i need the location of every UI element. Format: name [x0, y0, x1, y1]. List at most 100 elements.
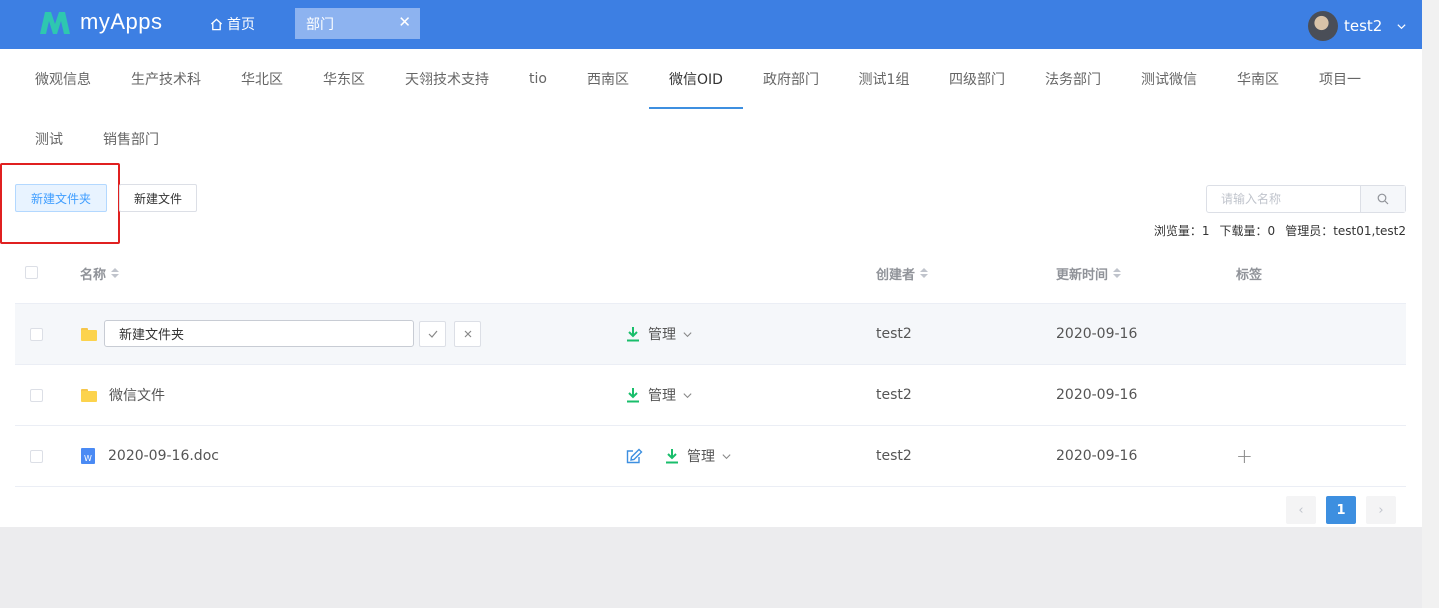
- tab-dept[interactable]: 微观信息: [24, 49, 102, 109]
- search-input[interactable]: [1207, 186, 1360, 212]
- updated-cell: 2020-09-16: [1056, 448, 1138, 464]
- row-checkbox[interactable]: [30, 328, 43, 341]
- tab-dept[interactable]: 华南区: [1226, 49, 1290, 109]
- manage-label: 管理: [687, 449, 715, 465]
- confirm-button[interactable]: [419, 321, 446, 347]
- name-cell[interactable]: W 2020-09-16.doc: [81, 426, 219, 486]
- admins-list: 管理员：test01,test2: [1285, 224, 1406, 238]
- creator-cell: test2: [876, 448, 912, 464]
- edit-icon[interactable]: [626, 448, 643, 464]
- user-menu[interactable]: test2: [1308, 11, 1407, 41]
- tab-dept[interactable]: 销售部门: [92, 109, 170, 169]
- manage-label: 管理: [648, 327, 676, 343]
- chevron-down-icon: [1397, 23, 1406, 29]
- tab-dept[interactable]: 华东区: [312, 49, 376, 109]
- column-header-label: 更新时间: [1056, 267, 1109, 283]
- select-all-checkbox[interactable]: [25, 266, 38, 279]
- views-count: 浏览量：1: [1153, 224, 1210, 238]
- tab-dept[interactable]: 测试微信: [1130, 49, 1208, 109]
- table-header: 名称 创建者 更新时间 标签: [15, 243, 1406, 304]
- updated-cell: 2020-09-16: [1056, 326, 1138, 342]
- name-cell[interactable]: 微信文件: [81, 365, 165, 425]
- actions-cell: 管理: [626, 304, 693, 364]
- row-checkbox[interactable]: [30, 450, 43, 463]
- row-checkbox[interactable]: [30, 389, 43, 402]
- download-icon[interactable]: [626, 326, 640, 342]
- stats-bar: 浏览量：1 下载量：0 管理员：test01,test2: [1154, 222, 1406, 239]
- chevron-down-icon: [722, 453, 731, 459]
- chevron-down-icon: [683, 331, 692, 337]
- tab-dept[interactable]: 四级部门: [938, 49, 1016, 109]
- avatar: [1308, 11, 1338, 41]
- file-name[interactable]: 微信文件: [109, 385, 165, 405]
- top-nav-bar: myApps 首页 部门 ✕ test2: [0, 0, 1422, 49]
- actions-group: 管理: [665, 446, 732, 466]
- close-icon[interactable]: ✕: [398, 13, 411, 31]
- column-header-name[interactable]: 名称: [80, 243, 120, 303]
- column-header-label: 名称: [80, 267, 107, 283]
- tab-department[interactable]: 部门 ✕: [295, 8, 420, 39]
- prev-page-button[interactable]: ‹: [1286, 496, 1316, 524]
- downloads-count: 下载量：0: [1219, 224, 1276, 238]
- manage-dropdown[interactable]: 管理: [687, 446, 732, 466]
- actions-cell: 管理: [626, 426, 732, 486]
- column-header-creator[interactable]: 创建者: [876, 243, 929, 303]
- file-name[interactable]: 2020-09-16.doc: [108, 448, 219, 464]
- cancel-button[interactable]: [454, 321, 481, 347]
- app-name: myApps: [80, 9, 163, 34]
- tab-dept[interactable]: 项目一: [1308, 49, 1372, 109]
- download-icon[interactable]: [665, 448, 679, 464]
- manage-dropdown[interactable]: 管理: [648, 385, 693, 405]
- home-tab[interactable]: 首页: [210, 14, 255, 34]
- sort-icon[interactable]: [1113, 268, 1122, 278]
- name-cell: [81, 304, 97, 364]
- updated-cell: 2020-09-16: [1056, 387, 1138, 403]
- tab-dept[interactable]: 法务部门: [1034, 49, 1112, 109]
- close-icon: [464, 330, 471, 338]
- creator-cell: test2: [876, 387, 912, 403]
- tab-dept[interactable]: 天翎技术支持: [394, 49, 500, 109]
- search-button[interactable]: [1360, 186, 1405, 212]
- app-logo-icon[interactable]: [38, 8, 72, 38]
- folder-name-input[interactable]: [104, 320, 414, 347]
- creator-cell: test2: [876, 326, 912, 342]
- new-file-button[interactable]: 新建文件: [119, 184, 197, 212]
- manage-label: 管理: [648, 388, 676, 404]
- add-tag-button[interactable]: +: [1236, 426, 1253, 486]
- scrollbar-track[interactable]: [1422, 0, 1439, 608]
- pagination: ‹ 1 ›: [1286, 496, 1396, 524]
- actions-cell: 管理: [626, 365, 693, 425]
- home-icon: [210, 18, 223, 30]
- table-row[interactable]: 管理 test2 2020-09-16: [15, 304, 1406, 365]
- sort-icon[interactable]: [111, 268, 120, 278]
- page-number-current[interactable]: 1: [1326, 496, 1356, 524]
- word-doc-icon: W: [81, 448, 95, 464]
- tab-dept[interactable]: 测试: [24, 109, 74, 169]
- next-page-button[interactable]: ›: [1366, 496, 1396, 524]
- tab-dept[interactable]: 华北区: [230, 49, 294, 109]
- folder-icon: [81, 327, 97, 341]
- sort-icon[interactable]: [920, 268, 929, 278]
- folder-icon: [81, 388, 97, 402]
- tab-dept[interactable]: 生产技术科: [120, 49, 212, 109]
- column-header-label: 创建者: [876, 267, 916, 283]
- column-header-tags: 标签: [1236, 267, 1263, 283]
- home-tab-label: 首页: [227, 17, 255, 33]
- user-name: test2: [1344, 17, 1383, 35]
- search-box: [1206, 185, 1406, 213]
- table-row[interactable]: 微信文件 管理 test2 2020-09-16: [15, 365, 1406, 426]
- column-header-updated[interactable]: 更新时间: [1056, 243, 1122, 303]
- chevron-down-icon: [683, 392, 692, 398]
- tab-dept[interactable]: 政府部门: [752, 49, 830, 109]
- manage-dropdown[interactable]: 管理: [648, 324, 693, 344]
- new-folder-button[interactable]: 新建文件夹: [15, 184, 107, 212]
- download-icon[interactable]: [626, 387, 640, 403]
- tab-dept[interactable]: 测试1组: [848, 49, 920, 109]
- tab-dept-active[interactable]: 微信OID: [649, 49, 743, 109]
- table-row[interactable]: W 2020-09-16.doc 管理 test2 2020-09-16 +: [15, 426, 1406, 487]
- check-icon: [428, 330, 437, 338]
- tab-department-label: 部门: [306, 16, 334, 33]
- tab-dept[interactable]: tio: [518, 49, 558, 109]
- search-icon: [1377, 193, 1389, 205]
- tab-dept[interactable]: 西南区: [576, 49, 640, 109]
